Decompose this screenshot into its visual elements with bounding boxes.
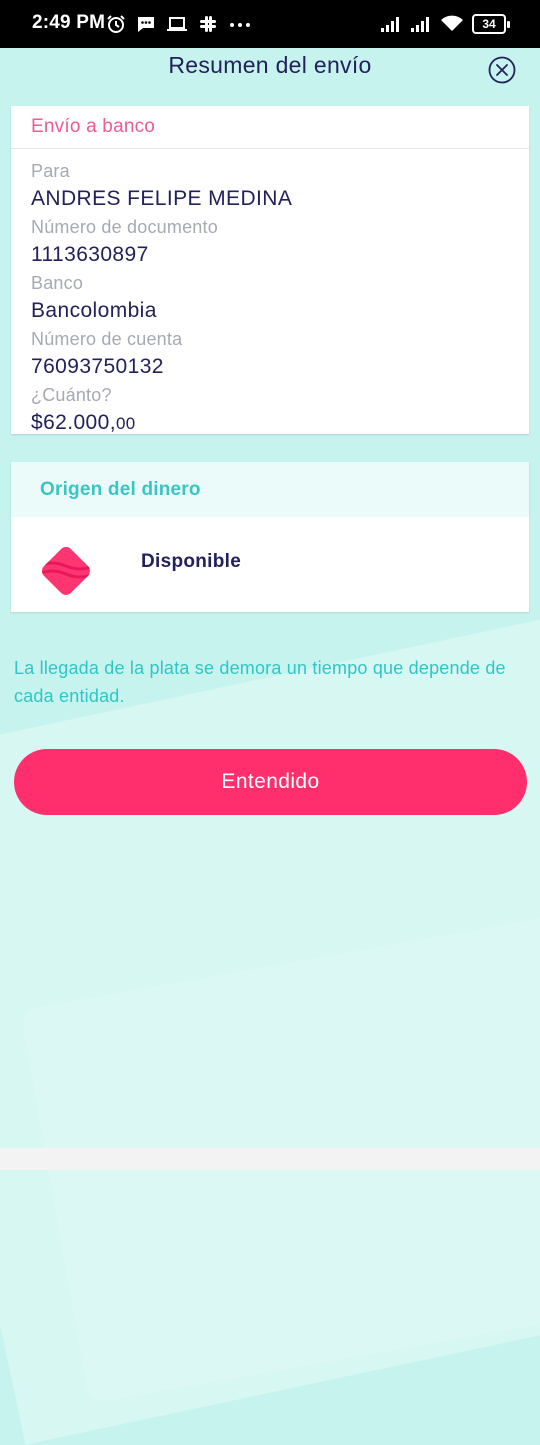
message-icon	[136, 12, 156, 36]
origin-card-header: Origen del dinero	[11, 462, 529, 517]
recipient-label: Para	[31, 161, 70, 181]
origin-section-title: Origen del dinero	[40, 478, 201, 500]
signal-icon	[410, 12, 432, 36]
navigation-bar-area	[0, 1148, 540, 1170]
transfer-summary-card: Envío a banco Para ANDRES FELIPE MEDINA …	[11, 106, 529, 434]
transfer-card-header: Envío a banco	[11, 106, 529, 149]
more-dots-icon	[228, 12, 252, 36]
amount-value: $62.000,00	[31, 407, 529, 439]
status-time: 2:49 PM	[32, 12, 106, 33]
status-bar: 2:49 PM 34	[0, 0, 540, 48]
recipient-value: ANDRES FELIPE MEDINA	[31, 187, 293, 210]
document-number-label: Número de documento	[31, 217, 218, 237]
status-icons-right: 34	[380, 12, 510, 36]
document-number-value: 1113630897	[31, 243, 149, 266]
origin-source-item[interactable]: Disponible	[11, 517, 529, 612]
amount-label: ¿Cuánto?	[31, 385, 112, 405]
understood-button[interactable]: Entendido	[14, 749, 527, 815]
close-button[interactable]	[488, 56, 516, 84]
transfer-section-title: Envío a banco	[31, 116, 156, 137]
status-icons-left	[106, 12, 252, 36]
alarm-icon	[106, 12, 126, 36]
wallet-diamond-icon	[39, 547, 93, 595]
arrival-info-text: La llegada de la plata se demora un tiem…	[14, 658, 506, 706]
money-origin-card: Origen del dinero Disponible	[11, 462, 529, 612]
transfer-details: Para ANDRES FELIPE MEDINA Número de docu…	[11, 149, 529, 439]
signal-icon	[380, 12, 402, 36]
origin-source-label: Disponible	[141, 551, 242, 572]
account-number-label: Número de cuenta	[31, 329, 183, 349]
battery-level: 34	[472, 14, 506, 34]
wifi-icon	[440, 12, 464, 36]
amount-cents: 00	[115, 414, 136, 433]
page-title: Resumen del envío	[168, 52, 372, 78]
bank-value: Bancolombia	[31, 299, 157, 322]
close-circle-icon	[488, 56, 516, 84]
account-number-value: 76093750132	[31, 355, 164, 378]
laptop-icon	[166, 12, 188, 36]
battery-icon: 34	[472, 14, 510, 34]
amount-main: $62.000,	[31, 411, 116, 434]
slack-icon	[198, 12, 218, 36]
bank-label: Banco	[31, 273, 84, 293]
